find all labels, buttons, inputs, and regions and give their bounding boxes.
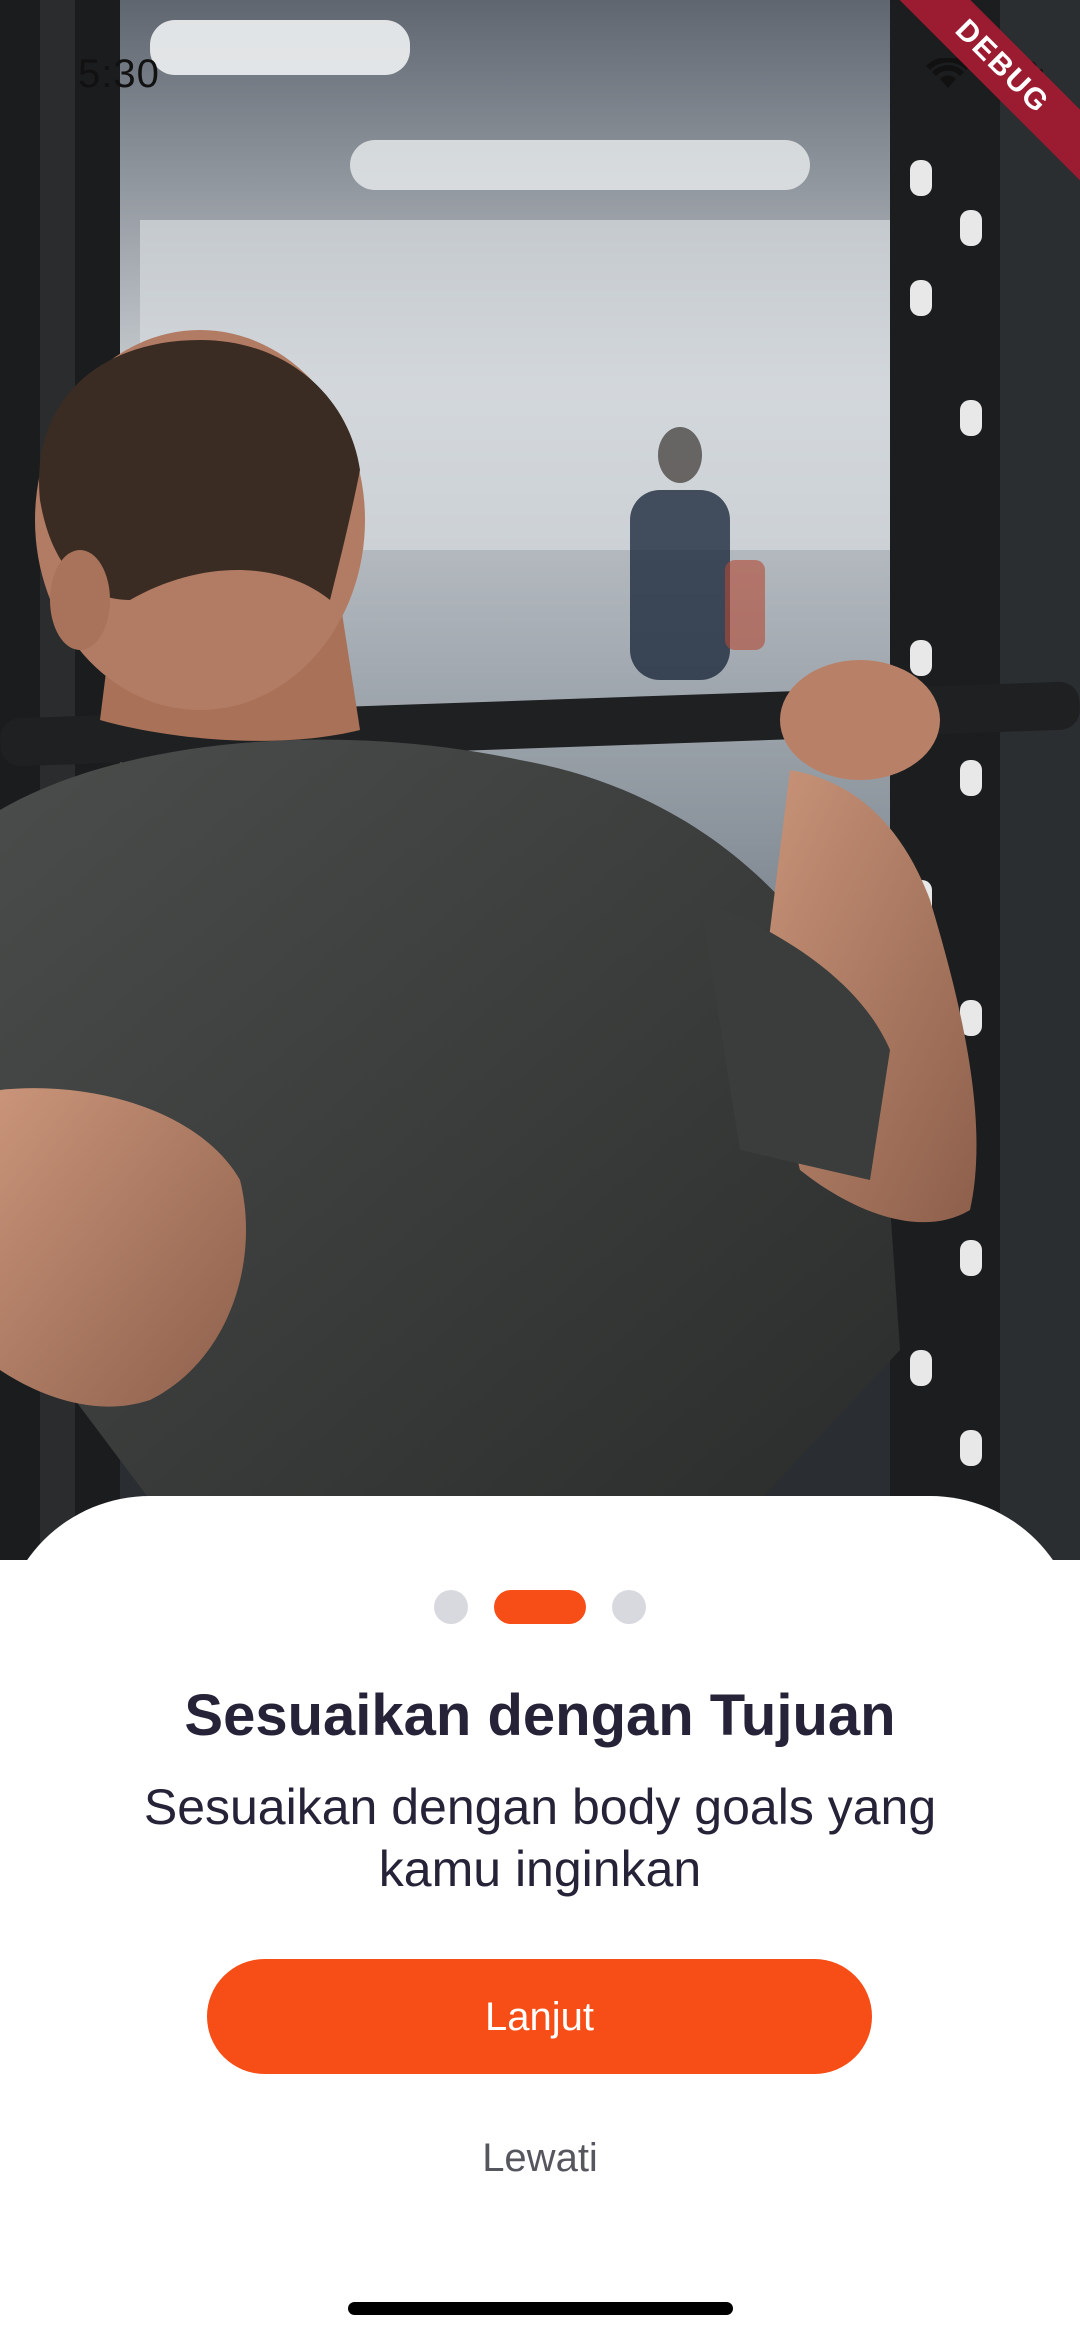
gym-photo-illustration bbox=[0, 0, 1080, 1560]
page-dot-3[interactable] bbox=[612, 1590, 646, 1624]
home-indicator[interactable] bbox=[348, 2302, 733, 2315]
page-indicator bbox=[0, 1590, 1080, 1624]
onboarding-sheet: Sesuaikan dengan Tujuan Sesuaikan dengan… bbox=[0, 1496, 1080, 2340]
next-button[interactable]: Lanjut bbox=[207, 1959, 872, 2074]
hero-image bbox=[0, 0, 1080, 1560]
page-dot-2-active[interactable] bbox=[494, 1590, 586, 1624]
page-dot-1[interactable] bbox=[434, 1590, 468, 1624]
onboarding-title: Sesuaikan dengan Tujuan bbox=[184, 1683, 896, 1748]
onboarding-subtitle: Sesuaikan dengan body goals yang kamu in… bbox=[143, 1779, 937, 1897]
skip-button[interactable]: Lewati bbox=[0, 2136, 1080, 2181]
status-time: 5:30 bbox=[78, 52, 160, 96]
